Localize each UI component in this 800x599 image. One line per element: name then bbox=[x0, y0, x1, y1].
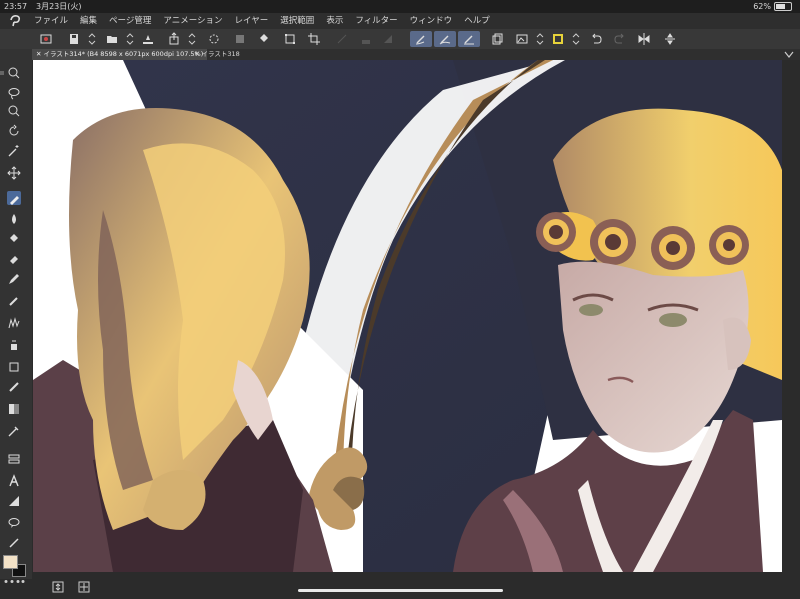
magic-wand-icon[interactable] bbox=[7, 143, 21, 157]
battery-indicator: 62% bbox=[753, 0, 792, 13]
navigator-icon[interactable] bbox=[78, 581, 90, 593]
bottom-bar bbox=[0, 579, 800, 599]
status-bar: 23:57 3月23日(火) 62% bbox=[0, 0, 800, 13]
paint-bucket-icon[interactable] bbox=[256, 31, 272, 47]
brush-tool-icon[interactable] bbox=[7, 191, 21, 205]
decoration-tool-icon[interactable] bbox=[7, 315, 21, 329]
transform-icon[interactable] bbox=[282, 31, 298, 47]
pen-tool-icon[interactable] bbox=[7, 271, 21, 285]
status-time: 23:57 bbox=[4, 2, 28, 11]
chevron-updown-icon[interactable] bbox=[122, 31, 138, 47]
menu-items: ファイル 編集 ページ管理 アニメーション レイヤー 選択範囲 表示 フィルター ウィンドウ ヘル… bbox=[34, 13, 490, 29]
battery-percent: 62% bbox=[753, 2, 771, 11]
menu-bar: ファイル 編集 ページ管理 アニメーション レイヤー 選択範囲 表示 フィルター ウィンドウ ヘル… bbox=[0, 13, 800, 29]
battery-icon bbox=[774, 2, 792, 11]
blend-tool-icon[interactable] bbox=[7, 211, 21, 225]
document-tabs: ✕ イラスト314* (B4 8598 x 6071px 600dpi 107.… bbox=[32, 49, 800, 60]
tool-palette bbox=[0, 49, 32, 579]
battery-fill bbox=[776, 4, 785, 9]
redo-icon[interactable] bbox=[612, 31, 628, 47]
menu-item[interactable]: ウィンドウ bbox=[410, 13, 453, 29]
menu-item[interactable]: 選択範囲 bbox=[280, 13, 314, 29]
move-layer-icon[interactable] bbox=[7, 165, 21, 180]
flip-icon[interactable] bbox=[636, 31, 652, 47]
gradient-tool-icon[interactable] bbox=[7, 401, 21, 415]
palette-dots-icon[interactable] bbox=[3, 579, 25, 584]
home-indicator[interactable] bbox=[298, 589, 503, 592]
airbrush-tool-icon[interactable] bbox=[7, 337, 21, 351]
open-icon[interactable] bbox=[104, 31, 120, 47]
rotate-tool-icon[interactable] bbox=[7, 123, 21, 137]
eyedropper-tool-icon[interactable] bbox=[7, 423, 21, 437]
menu-item[interactable]: アニメーション bbox=[163, 13, 222, 29]
app-menu-icon[interactable] bbox=[38, 31, 54, 47]
layer-property-icon[interactable] bbox=[7, 451, 21, 465]
rectangle-tool-icon[interactable] bbox=[7, 359, 21, 373]
menu-item[interactable]: ページ管理 bbox=[109, 13, 151, 29]
correction-tool-icon[interactable] bbox=[7, 535, 21, 549]
crop-icon[interactable] bbox=[306, 31, 322, 47]
frame-tool-icon[interactable] bbox=[7, 493, 21, 507]
menu-item[interactable]: ヘルプ bbox=[464, 13, 490, 29]
loading-icon[interactable] bbox=[206, 31, 222, 47]
export-icon[interactable] bbox=[140, 31, 156, 47]
chevron-down-icon[interactable] bbox=[784, 50, 794, 59]
text-tool-icon[interactable] bbox=[7, 473, 21, 487]
balloon-tool-icon[interactable] bbox=[7, 515, 21, 529]
tab-document[interactable]: ✕ イラスト318 bbox=[190, 49, 244, 60]
canvas-icon[interactable] bbox=[232, 31, 248, 47]
menu-item[interactable]: フィルター bbox=[355, 13, 397, 29]
color-icon[interactable] bbox=[550, 31, 566, 47]
menu-item[interactable]: 表示 bbox=[326, 13, 343, 29]
tab-document-active[interactable]: ✕ イラスト314* (B4 8598 x 6071px 600dpi 107.… bbox=[32, 49, 208, 60]
share-icon[interactable] bbox=[166, 31, 182, 47]
copy-icon[interactable] bbox=[490, 31, 506, 47]
foreground-color-swatch[interactable] bbox=[3, 555, 18, 569]
tab-label: イラスト318 bbox=[201, 50, 240, 58]
chevron-updown-icon[interactable] bbox=[568, 31, 584, 47]
fill-tool-icon[interactable] bbox=[7, 231, 21, 245]
artwork-illustration bbox=[33, 60, 782, 572]
fill-icon[interactable] bbox=[358, 31, 374, 47]
undo-icon[interactable] bbox=[588, 31, 604, 47]
brush-mark-icon[interactable] bbox=[434, 31, 456, 47]
chevron-updown-icon[interactable] bbox=[532, 31, 548, 47]
menu-item[interactable]: 編集 bbox=[80, 13, 97, 29]
layer-icon[interactable] bbox=[380, 31, 396, 47]
command-bar bbox=[0, 29, 800, 50]
pencil-tool-icon[interactable] bbox=[7, 293, 21, 307]
zoom-tool-icon[interactable] bbox=[7, 65, 21, 79]
menu-item[interactable]: レイヤー bbox=[235, 13, 269, 29]
eraser-tool-icon[interactable] bbox=[7, 251, 21, 265]
chevron-updown-icon[interactable] bbox=[184, 31, 200, 47]
fit-screen-icon[interactable] bbox=[52, 581, 64, 593]
lasso-icon[interactable] bbox=[334, 31, 350, 47]
menu-item[interactable]: ファイル bbox=[34, 13, 68, 29]
save-icon[interactable] bbox=[66, 31, 82, 47]
image-icon[interactable] bbox=[514, 31, 530, 47]
brush-pen-icon[interactable] bbox=[410, 31, 432, 47]
drawing-canvas[interactable] bbox=[33, 60, 782, 572]
status-date: 3月23日(火) bbox=[36, 2, 82, 11]
ruler-tool-icon[interactable] bbox=[7, 379, 21, 393]
tab-label: イラスト314* (B4 8598 x 6071px 600dpi 107.5%… bbox=[43, 50, 204, 58]
app-logo-icon[interactable] bbox=[8, 14, 22, 28]
grip-icon[interactable] bbox=[0, 71, 4, 75]
brush-smooth-icon[interactable] bbox=[458, 31, 480, 47]
align-icon[interactable] bbox=[662, 31, 678, 47]
move-tool-icon[interactable] bbox=[7, 103, 21, 117]
right-panel-strip bbox=[782, 60, 800, 572]
color-well[interactable] bbox=[3, 555, 26, 577]
chevron-updown-icon[interactable] bbox=[84, 31, 100, 47]
lasso-tool-icon[interactable] bbox=[7, 85, 21, 100]
